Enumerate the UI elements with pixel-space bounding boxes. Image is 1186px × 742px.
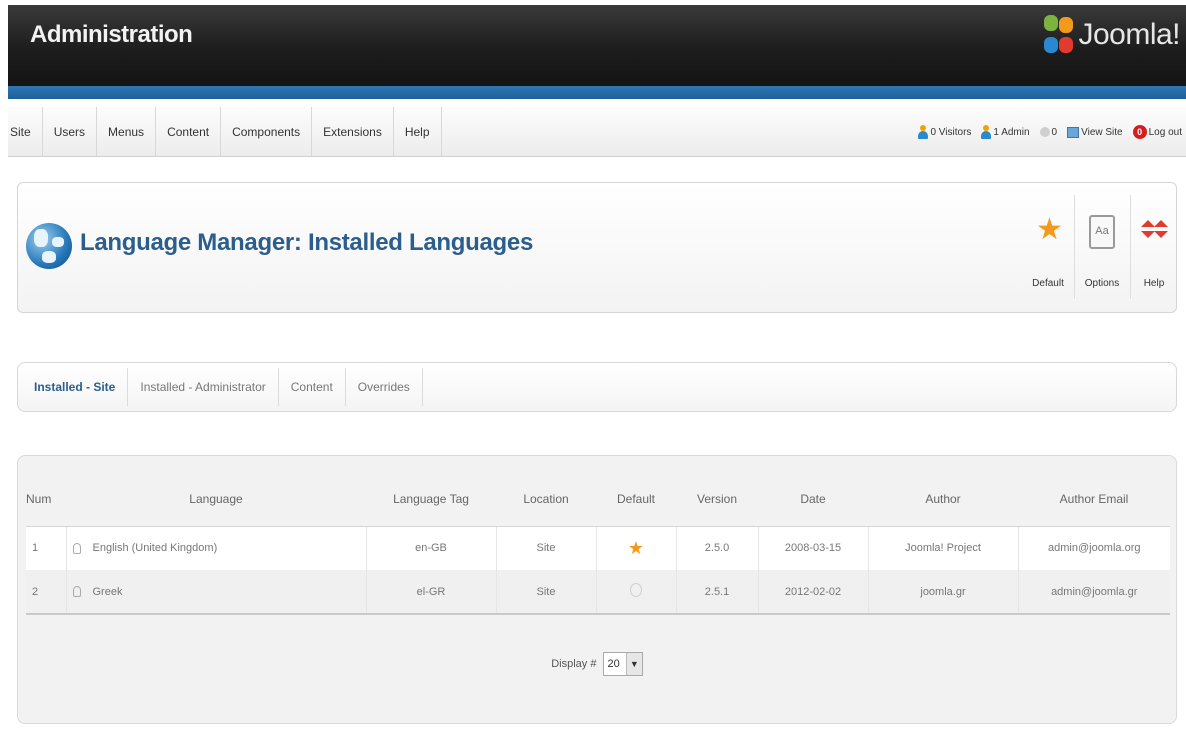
help-icon xyxy=(1141,213,1168,251)
col-language-tag[interactable]: Language Tag xyxy=(366,472,496,527)
help-button-label: Help xyxy=(1143,278,1165,289)
row-location: Site xyxy=(495,570,596,615)
row-email: admin@joomla.org xyxy=(1017,526,1170,570)
visitors-status: 0 Visitors xyxy=(918,125,971,139)
display-label: Display # xyxy=(551,657,597,670)
logout-link[interactable]: 0 Log out xyxy=(1132,125,1182,139)
row-date: 2008-03-15 xyxy=(757,526,868,570)
tab-overrides[interactable]: Overrides xyxy=(346,368,423,406)
row-author: joomla.gr xyxy=(867,570,1018,615)
row-default[interactable] xyxy=(595,570,676,615)
list-limit-value: 20 xyxy=(607,658,620,670)
default-button[interactable]: ★ Default xyxy=(1026,213,1070,290)
admin-header: Administration Joomla! xyxy=(8,5,1186,87)
col-num[interactable]: Num xyxy=(26,472,66,527)
toolbar-divider xyxy=(1130,195,1131,299)
row-version: 2.5.1 xyxy=(675,570,758,615)
main-menu-bar: Site Users Menus Content Components Exte… xyxy=(8,107,1186,157)
default-button-label: Default xyxy=(1032,278,1064,289)
col-default[interactable]: Default xyxy=(596,472,676,527)
row-tag: en-GB xyxy=(365,526,496,570)
menu-item-site[interactable]: Site xyxy=(8,107,43,157)
col-language[interactable]: Language xyxy=(66,472,366,527)
logout-icon: 0 xyxy=(1132,125,1147,139)
row-version: 2.5.0 xyxy=(675,526,758,570)
row-location: Site xyxy=(495,526,596,570)
globe-icon xyxy=(26,223,72,269)
menu-item-components[interactable]: Components xyxy=(221,107,313,157)
tab-installed-administrator[interactable]: Installed - Administrator xyxy=(128,368,279,406)
tab-installed-site[interactable]: Installed - Site xyxy=(22,368,129,406)
menu-item-extensions[interactable]: Extensions xyxy=(312,107,394,157)
main-menu: Site Users Menus Content Components Exte… xyxy=(8,107,442,157)
toolbar-panel: Language Manager: Installed Languages ★ … xyxy=(17,182,1177,313)
col-author-email[interactable]: Author Email xyxy=(1018,472,1170,527)
row-num: 1 xyxy=(26,526,66,570)
menu-item-help[interactable]: Help xyxy=(394,107,442,157)
admin-title: Administration xyxy=(30,21,193,48)
toolbar-divider xyxy=(1074,195,1075,299)
messages-icon xyxy=(1039,127,1050,137)
languages-panel: Num Language Language Tag Location Defau… xyxy=(17,455,1177,724)
select-radio-icon[interactable] xyxy=(72,542,81,554)
admins-icon xyxy=(981,125,992,139)
row-email: admin@joomla.gr xyxy=(1017,570,1170,615)
admins-count: 1 Admin xyxy=(993,126,1030,138)
visitors-count: 0 Visitors xyxy=(930,126,972,138)
language-tabs: Installed - Site Installed - Administrat… xyxy=(17,362,1177,412)
joomla-logo-text: Joomla! xyxy=(1078,18,1180,51)
status-module: 0 Visitors 1 Admin 0 View Site 0 Log out xyxy=(918,107,1182,157)
view-site-icon xyxy=(1067,126,1080,138)
set-default-icon xyxy=(630,583,642,597)
menu-item-menus[interactable]: Menus xyxy=(97,107,157,157)
tab-content[interactable]: Content xyxy=(279,368,346,406)
table-row: 2 Greek el-GR Site 2.5.1 2012-02-02 joom… xyxy=(26,570,1170,615)
col-date[interactable]: Date xyxy=(758,472,868,527)
list-limit-select[interactable]: 20 ▼ xyxy=(602,652,643,676)
view-site-link[interactable]: View Site xyxy=(1067,126,1123,138)
options-button-label: Options xyxy=(1084,278,1120,289)
row-language: Greek xyxy=(65,570,366,615)
logout-label: Log out xyxy=(1148,126,1182,138)
menu-item-users[interactable]: Users xyxy=(43,107,98,157)
star-icon: ★ xyxy=(1036,213,1063,246)
select-radio-icon[interactable] xyxy=(72,586,81,598)
header-accent-strip xyxy=(8,86,1186,99)
row-date: 2012-02-02 xyxy=(757,570,868,615)
table-row: 1 English (United Kingdom) en-GB Site ★ … xyxy=(26,526,1170,570)
menu-item-content[interactable]: Content xyxy=(156,107,222,157)
help-button[interactable]: Help xyxy=(1132,213,1176,289)
default-star-icon: ★ xyxy=(627,537,645,558)
options-icon: Aa xyxy=(1089,215,1115,249)
row-default[interactable]: ★ xyxy=(595,526,676,570)
pagination-limit: Display # 20 ▼ xyxy=(18,652,1176,676)
row-language-name: English (United Kingdom) xyxy=(92,542,218,555)
col-author[interactable]: Author xyxy=(868,472,1018,527)
joomla-logo[interactable]: Joomla! xyxy=(1044,11,1180,59)
row-language-name: Greek xyxy=(92,585,123,598)
row-tag: el-GR xyxy=(365,570,496,615)
row-language: English (United Kingdom) xyxy=(65,526,366,570)
col-location[interactable]: Location xyxy=(496,472,596,527)
joomla-logo-icon xyxy=(1044,15,1074,55)
table-header-row: Num Language Language Tag Location Defau… xyxy=(26,472,1170,527)
options-button[interactable]: Aa Options xyxy=(1080,213,1124,289)
chevron-down-icon: ▼ xyxy=(625,653,642,675)
messages-count: 0 xyxy=(1051,126,1058,138)
visitors-icon xyxy=(918,125,929,139)
languages-table: Num Language Language Tag Location Defau… xyxy=(26,472,1170,615)
view-site-label: View Site xyxy=(1081,126,1123,138)
row-num: 2 xyxy=(26,570,66,615)
col-version[interactable]: Version xyxy=(676,472,758,527)
row-author: Joomla! Project xyxy=(867,526,1018,570)
messages-status[interactable]: 0 xyxy=(1039,126,1058,138)
admins-status: 1 Admin xyxy=(981,125,1030,139)
page-title: Language Manager: Installed Languages xyxy=(80,229,533,256)
